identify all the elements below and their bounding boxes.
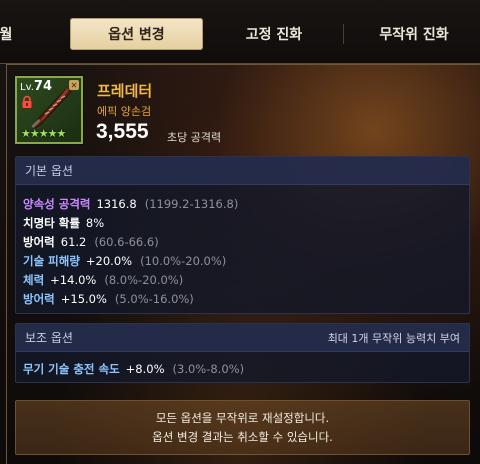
tab-label: 월 (0, 27, 13, 43)
tab-label: 고정 진화 (245, 27, 303, 43)
tab-partial[interactable]: 월 (0, 18, 26, 50)
option-range: (10.0%-20.0%) (140, 254, 227, 268)
tab-option-change[interactable]: 옵션 변경 (70, 18, 203, 50)
notice-line: 옵션 변경 결과는 취소할 수 있습니다. (152, 429, 333, 444)
tab-label: 무작위 진화 (379, 27, 449, 43)
option-name: 양속성 공격력 (23, 197, 91, 211)
option-range: (60.6-66.6) (94, 235, 159, 249)
sub-options-note: 최대 1개 무작위 능력치 부여 (327, 331, 460, 345)
reroll-notice: 모든 옵션을 무작위로 재설정합니다. 옵션 변경 결과는 취소할 수 있습니다… (15, 400, 470, 455)
option-value: +15.0% (60, 292, 107, 306)
option-range: (3.0%-8.0%) (172, 362, 245, 376)
tab-divider (343, 24, 344, 44)
dps-value: 3,555 (96, 120, 149, 143)
option-range: (8.0%-20.0%) (104, 273, 184, 287)
base-options-title: 기본 옵션 (25, 164, 73, 178)
option-value: +8.0% (125, 362, 165, 376)
option-value: 8% (85, 216, 105, 230)
sub-options-panel: 보조 옵션 최대 1개 무작위 능력치 부여 무기 기술 충전 속도 +8.0%… (15, 323, 470, 383)
dps-label: 초당 공격력 (167, 131, 222, 144)
option-name: 기술 피해량 (23, 254, 80, 268)
option-row: 치명타 확률 8% (23, 214, 112, 232)
option-range: (1199.2-1316.8) (144, 197, 239, 211)
tab-label: 옵션 변경 (108, 27, 165, 43)
option-value: +20.0% (85, 254, 133, 268)
option-row: 방어력 61.2 (60.6-66.6) (23, 233, 159, 251)
notice-line: 모든 옵션을 무작위로 재설정합니다. (155, 410, 330, 425)
base-options-panel: 기본 옵션 양속성 공격력 1316.8 (1199.2-1316.8) 치명타… (15, 156, 470, 314)
star-rating: ★★★★★ (21, 127, 66, 140)
option-row: 기술 피해량 +20.0% (10.0%-20.0%) (23, 252, 226, 270)
item-grade: 에픽 양손검 (97, 105, 152, 118)
base-options-header: 기본 옵션 (16, 157, 469, 185)
option-row: 방어력 +15.0% (5.0%-16.0%) (23, 290, 194, 308)
tab-fixed-evolution[interactable]: 고정 진화 (210, 18, 338, 50)
option-name: 치명타 확률 (23, 216, 80, 230)
option-value: +14.0% (50, 273, 97, 287)
sub-options-title: 보조 옵션 (25, 331, 73, 345)
sub-options-header: 보조 옵션 최대 1개 무작위 능력치 부여 (16, 324, 469, 352)
option-row: 체력 +14.0% (8.0%-20.0%) (23, 271, 183, 289)
item-name: 프레데터 (97, 82, 153, 100)
option-name: 무기 기술 충전 속도 (23, 362, 120, 376)
item-slot[interactable]: Lv.74 ✕ ★★★★★ (15, 76, 83, 144)
tab-bar: 월 옵션 변경 고정 진화 무작위 진화 (0, 0, 480, 64)
option-name: 방어력 (23, 235, 55, 249)
option-row: 양속성 공격력 1316.8 (1199.2-1316.8) (23, 195, 238, 213)
tab-random-evolution[interactable]: 무작위 진화 (348, 18, 480, 50)
option-row: 무기 기술 충전 속도 +8.0% (3.0%-8.0%) (23, 360, 244, 378)
option-name: 방어력 (23, 292, 55, 306)
option-range: (5.0%-16.0%) (114, 292, 194, 306)
option-value: 1316.8 (96, 197, 137, 211)
option-name: 체력 (23, 273, 45, 287)
option-value: 61.2 (60, 235, 87, 249)
